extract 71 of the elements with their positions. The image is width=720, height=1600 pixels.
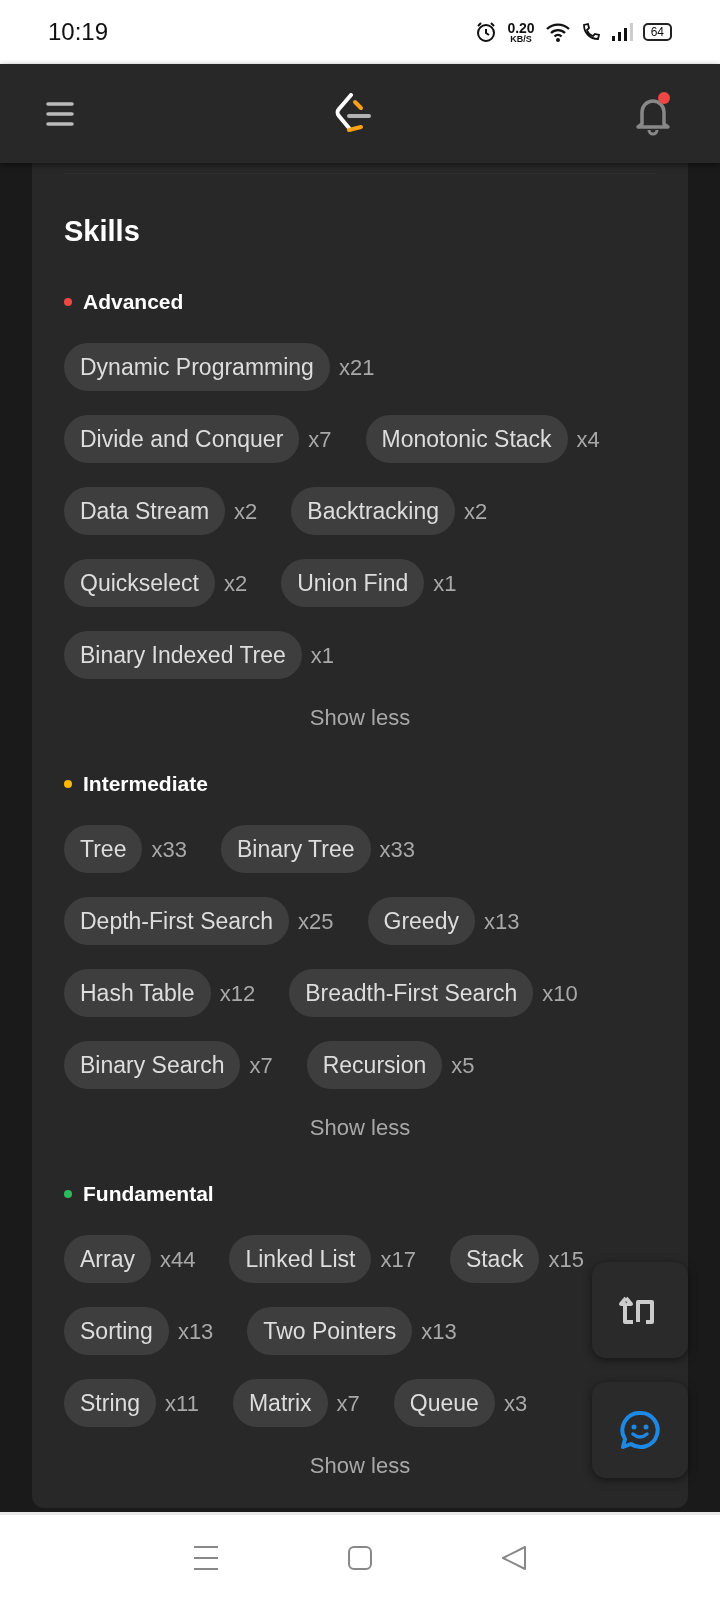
network-speed: 0.20 xyxy=(507,20,535,35)
skill-tag[interactable]: Linked List xyxy=(229,1235,372,1283)
skill-tag[interactable]: Two Pointers xyxy=(247,1307,413,1355)
status-time: 10:19 xyxy=(48,17,109,47)
skill-tag[interactable]: Depth-First Search xyxy=(64,897,289,945)
solved-count: x33 xyxy=(151,835,187,864)
skill-tag[interactable]: Binary Indexed Tree xyxy=(64,631,302,679)
solved-count: x25 xyxy=(298,907,334,936)
skill-tag[interactable]: Recursion xyxy=(306,1041,443,1089)
solved-count: x7 xyxy=(308,425,332,454)
battery-level: 64 xyxy=(642,23,672,41)
skill-tag[interactable]: Quickselect xyxy=(64,559,215,607)
skill-tag[interactable]: Tree xyxy=(64,825,143,873)
skill-tag[interactable]: Sorting xyxy=(64,1307,169,1355)
solved-count: x33 xyxy=(379,835,416,864)
solved-count: x13 xyxy=(177,1317,214,1346)
solved-count: x7 xyxy=(249,1051,273,1080)
level-heading: Intermediate xyxy=(83,771,208,797)
skill-tag[interactable]: Monotonic Stack xyxy=(365,415,568,463)
skill-tag[interactable]: String xyxy=(64,1379,157,1427)
show-less-link[interactable]: Show less xyxy=(309,703,411,733)
skill-tag[interactable]: Matrix xyxy=(232,1379,328,1427)
skill-tag[interactable]: Hash Table xyxy=(64,969,211,1017)
signal-icon xyxy=(610,23,633,41)
solved-count: x21 xyxy=(338,353,375,382)
solved-count: x3 xyxy=(503,1389,528,1418)
skill-tag[interactable]: Dynamic Programming xyxy=(64,343,330,391)
logo-icon[interactable] xyxy=(335,92,373,135)
menu-button[interactable] xyxy=(46,100,74,127)
solved-count: x11 xyxy=(165,1389,199,1418)
solved-count: x15 xyxy=(548,1245,584,1274)
menu-icon[interactable] xyxy=(193,1544,219,1571)
show-less-link[interactable]: Show less xyxy=(309,1451,411,1481)
chat-button[interactable] xyxy=(592,1382,688,1478)
skill-tag[interactable]: Breadth-First Search xyxy=(289,969,534,1017)
section-title: Skills xyxy=(64,214,141,249)
skill-tag[interactable]: Queue xyxy=(393,1379,495,1427)
skill-tag[interactable]: Union Find xyxy=(281,559,425,607)
solved-count: x1 xyxy=(433,569,457,598)
call-icon xyxy=(580,22,601,42)
solved-count: x13 xyxy=(421,1317,457,1346)
solved-count: x44 xyxy=(159,1245,196,1274)
switch-button[interactable] xyxy=(592,1262,688,1358)
solved-count: x4 xyxy=(576,425,600,454)
skill-tag[interactable]: Data Stream xyxy=(64,487,226,535)
skill-tag[interactable]: Array xyxy=(64,1235,151,1283)
home-icon[interactable] xyxy=(347,1544,373,1571)
wifi-icon xyxy=(544,22,571,42)
smiley-chat-icon xyxy=(619,1409,661,1451)
show-less-link[interactable]: Show less xyxy=(309,1113,411,1143)
skill-tag[interactable]: Stack xyxy=(449,1235,540,1283)
solved-count: x2 xyxy=(464,497,488,526)
skill-tag[interactable]: Binary Search xyxy=(64,1041,241,1089)
solved-count: x5 xyxy=(451,1051,475,1080)
solved-count: x13 xyxy=(483,907,520,936)
solved-count: x10 xyxy=(542,979,578,1008)
network-unit: KB/S xyxy=(510,34,532,44)
back-icon[interactable] xyxy=(501,1544,527,1571)
skill-tag[interactable]: Greedy xyxy=(367,897,475,945)
solved-count: x1 xyxy=(310,641,335,670)
skill-tag[interactable]: Backtracking xyxy=(291,487,456,535)
level-heading: Advanced xyxy=(83,289,184,315)
skill-tag[interactable]: Binary Tree xyxy=(220,825,371,873)
solved-count: x2 xyxy=(234,497,258,526)
solved-count: x7 xyxy=(336,1389,360,1418)
level-heading: Fundamental xyxy=(83,1181,214,1207)
solved-count: x17 xyxy=(380,1245,416,1274)
alarm-icon xyxy=(475,21,498,43)
solved-count: x12 xyxy=(219,979,256,1008)
skill-tag[interactable]: Divide and Conquer xyxy=(64,415,300,463)
solved-count: x2 xyxy=(223,569,248,598)
